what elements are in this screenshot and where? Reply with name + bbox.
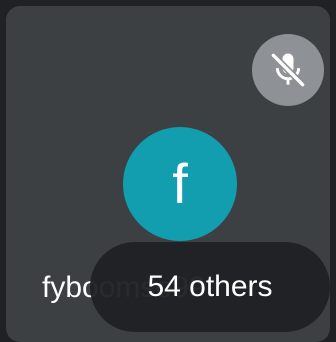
participant-tile[interactable]: f fyboomso99 54 others	[6, 6, 330, 342]
avatar: f	[123, 127, 237, 241]
mic-off-icon	[270, 52, 306, 88]
avatar-initial: f	[172, 152, 188, 215]
others-count-pill[interactable]: 54 others	[90, 242, 330, 332]
others-count-label: 54 others	[147, 270, 273, 303]
mic-muted-indicator	[252, 34, 324, 106]
